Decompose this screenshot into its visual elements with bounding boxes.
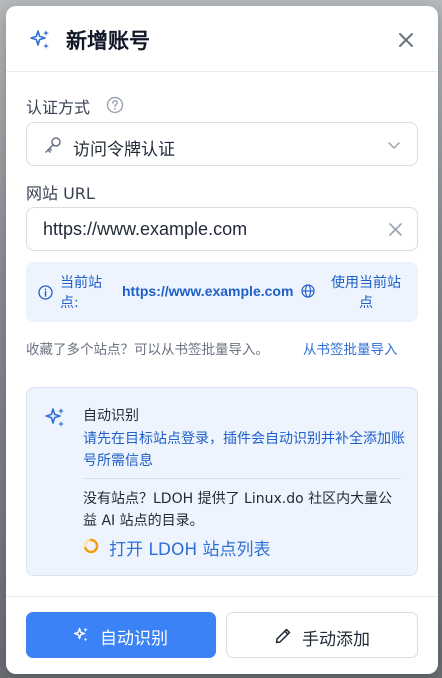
dialog-title: 新增账号 — [66, 29, 150, 53]
site-url-label: 网站 URL — [26, 184, 95, 203]
current-site-label: 当前站点: — [60, 275, 102, 311]
pencil-icon — [275, 628, 291, 644]
current-site-panel: 当前站点: https://www.example.com 使用当前站点 — [26, 262, 418, 322]
chevron-down-icon — [388, 142, 400, 149]
auto-detect-heading: 自动识别 — [83, 408, 139, 424]
add-account-dialog: 新增账号 认证方式 访问令牌认证 网站 URL https://www.exam… — [6, 6, 438, 674]
auth-method-select[interactable]: 访问令牌认证 — [26, 122, 418, 166]
auto-detect-button-label: 自动识别 — [100, 629, 168, 649]
auth-method-value: 访问令牌认证 — [73, 140, 175, 160]
sparkles-icon — [30, 30, 49, 49]
manual-add-button-label: 手动添加 — [302, 630, 370, 650]
dialog-footer: 自动识别 手动添加 — [6, 596, 438, 674]
no-site-text: 没有站点？LDOH 提供了 Linux.do 社区内大量公益 AI 站点的目录。 — [83, 491, 393, 529]
manual-add-button[interactable]: 手动添加 — [226, 612, 418, 658]
help-circle-icon[interactable] — [106, 96, 124, 114]
auth-method-label: 认证方式 — [26, 98, 91, 117]
current-site-url: https://www.example.com — [122, 283, 294, 299]
bookmark-hint: 收藏了多个站点？可以从书签批量导入。 — [26, 342, 269, 358]
site-url-value: https://www.example.com — [43, 219, 248, 239]
clear-icon[interactable] — [388, 222, 403, 237]
dialog-header: 新增账号 — [6, 6, 438, 72]
bookmark-import-link[interactable]: 从书签批量导入 — [303, 338, 398, 358]
globe-icon — [301, 284, 315, 298]
site-url-input[interactable]: https://www.example.com — [26, 207, 418, 251]
open-ldoh-link[interactable]: 打开 LDOH 站点列表 — [109, 535, 271, 560]
key-icon — [45, 137, 61, 153]
sparkles-icon — [73, 627, 88, 642]
info-icon — [38, 285, 53, 300]
close-icon[interactable] — [396, 30, 416, 50]
loading-spinner-icon — [83, 538, 99, 554]
auto-detect-button[interactable]: 自动识别 — [26, 612, 216, 658]
use-current-site-button[interactable]: 使用当前站点 — [326, 273, 406, 313]
divider — [83, 478, 401, 479]
auto-detect-panel: 自动识别 请先在目标站点登录，插件会自动识别并补全添加账号所需信息 没有站点？L… — [26, 387, 418, 576]
auto-detect-description: 请先在目标站点登录，插件会自动识别并补全添加账号所需信息 — [83, 431, 405, 469]
sparkles-icon — [45, 408, 64, 427]
